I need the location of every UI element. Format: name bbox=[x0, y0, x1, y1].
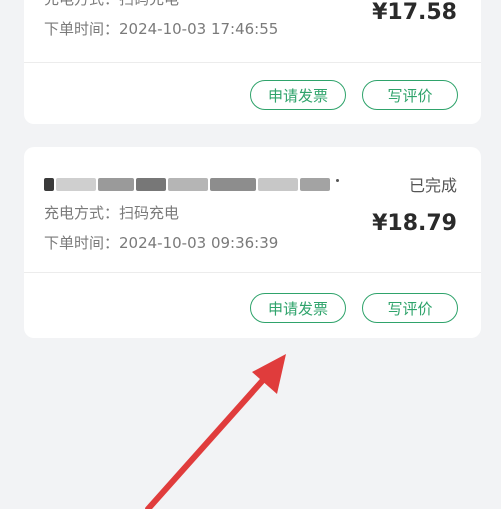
red-arrow-annotation-icon bbox=[145, 354, 286, 509]
